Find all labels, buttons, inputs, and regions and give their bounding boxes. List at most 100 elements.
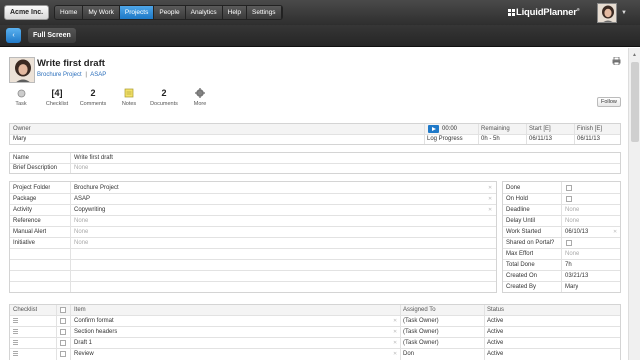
name-label: Name xyxy=(13,155,30,161)
checklist-assignee[interactable]: Don xyxy=(401,349,414,359)
item-header: Item xyxy=(74,307,86,313)
user-avatar[interactable] xyxy=(597,3,617,23)
checklist-item[interactable]: Review xyxy=(72,349,94,359)
breadcrumb-package-link[interactable]: ASAP xyxy=(90,72,106,78)
nav-tab-projects[interactable]: Projects xyxy=(119,6,155,19)
clear-x-icon[interactable]: ✕ xyxy=(393,351,397,357)
full-screen-button[interactable]: Full Screen xyxy=(28,28,76,43)
clear-x-icon[interactable]: ✕ xyxy=(488,196,492,202)
shared-on-portal-checkbox[interactable] xyxy=(566,240,572,246)
workspace-button[interactable]: Acme Inc. xyxy=(4,5,50,20)
comments-count: 2 xyxy=(90,88,96,98)
brief-description-label: Brief Description xyxy=(13,165,58,171)
breadcrumb: Brochure Project | ASAP xyxy=(37,72,106,78)
owner-value[interactable]: Mary xyxy=(11,134,26,144)
breadcrumb-separator: | xyxy=(85,72,87,78)
comments-stat[interactable]: 2 Comments xyxy=(77,88,109,107)
activity-field[interactable]: Copywriting xyxy=(72,205,105,215)
documents-count: 2 xyxy=(161,88,167,98)
brief-description-field[interactable]: None xyxy=(72,163,88,173)
print-icon[interactable] xyxy=(612,57,621,65)
reference-field[interactable]: None xyxy=(72,216,88,226)
back-button[interactable]: ‹ xyxy=(6,28,21,43)
nav-tab-people[interactable]: People xyxy=(154,6,186,19)
drag-handle-icon[interactable] xyxy=(13,351,18,356)
owner-avatar xyxy=(9,57,35,83)
max-effort-field[interactable]: None xyxy=(563,249,579,259)
liquidplanner-logo[interactable]: LiquidPlanner® xyxy=(516,7,580,18)
checklist-status[interactable]: Active xyxy=(485,349,503,359)
checklist-assignee[interactable]: (Task Owner) xyxy=(401,316,439,326)
checklist-count: [4] xyxy=(51,88,63,98)
notes-stat-label: Notes xyxy=(121,101,137,107)
nav-tab-settings[interactable]: Settings xyxy=(247,6,282,19)
checklist-assignee[interactable]: (Task Owner) xyxy=(401,338,439,348)
nav-tab-home[interactable]: Home xyxy=(55,6,84,19)
nav-tab-help[interactable]: Help xyxy=(222,6,247,19)
checklist-select-all-checkbox[interactable] xyxy=(60,307,66,313)
more-stat[interactable]: More xyxy=(184,88,216,107)
remaining-value[interactable]: 0h - 5h xyxy=(479,134,500,144)
total-done-value: 7h xyxy=(565,262,572,268)
delay-until-field[interactable]: None xyxy=(563,216,579,226)
clear-x-icon[interactable]: ✕ xyxy=(488,207,492,213)
project-folder-label: Project Folder xyxy=(13,185,51,191)
checklist-item[interactable]: Section headers xyxy=(72,327,117,337)
breadcrumb-project-link[interactable]: Brochure Project xyxy=(37,72,82,78)
drag-handle-icon[interactable] xyxy=(13,340,18,345)
done-label: Done xyxy=(506,185,521,191)
deadline-label: Deadline xyxy=(506,207,530,213)
user-menu-caret-icon[interactable]: ▼ xyxy=(621,10,627,16)
properties-right-table: Done On Hold Deadline None Delay Until N… xyxy=(502,181,621,293)
reference-label: Reference xyxy=(13,218,41,224)
task-title: Write first draft xyxy=(37,58,105,69)
checklist-assignee[interactable]: (Task Owner) xyxy=(401,327,439,337)
vertical-scrollbar[interactable]: ▲ xyxy=(628,48,640,360)
checklist-status[interactable]: Active xyxy=(485,338,503,348)
on-hold-checkbox[interactable] xyxy=(566,196,572,202)
checklist-item[interactable]: Draft 1 xyxy=(72,338,92,348)
documents-stat[interactable]: 2 Documents xyxy=(148,88,180,107)
clear-x-icon[interactable]: ✕ xyxy=(613,229,617,235)
scrollbar-thumb[interactable] xyxy=(631,62,639,142)
checklist-row-checkbox[interactable] xyxy=(60,329,66,335)
project-folder-field[interactable]: Brochure Project xyxy=(72,183,119,193)
on-hold-label: On Hold xyxy=(506,196,529,202)
task-stat-label: Task xyxy=(15,101,27,107)
created-by-value: Mary xyxy=(565,284,579,290)
checklist-item[interactable]: Confirm format xyxy=(72,316,114,326)
nav-tab-analytics[interactable]: Analytics xyxy=(185,6,223,19)
initiative-field[interactable]: None xyxy=(72,238,88,248)
package-field[interactable]: ASAP xyxy=(72,194,90,204)
work-started-field[interactable]: 06/10/13 xyxy=(563,227,588,237)
main-nav: Home My Work Projects People Analytics H… xyxy=(54,5,283,20)
gear-icon xyxy=(195,88,205,98)
deadline-field[interactable]: None xyxy=(563,205,579,215)
clear-x-icon[interactable]: ✕ xyxy=(393,318,397,324)
log-progress-link[interactable]: Log Progress xyxy=(425,134,463,144)
checklist-stat-label: Checklist xyxy=(45,101,69,107)
checklist-stat[interactable]: [4] Checklist xyxy=(41,88,73,107)
drag-handle-icon[interactable] xyxy=(13,329,18,334)
checklist-row-checkbox[interactable] xyxy=(60,340,66,346)
notes-stat[interactable]: Notes xyxy=(113,88,145,107)
follow-button[interactable]: Follow xyxy=(597,97,621,107)
checklist-row-checkbox[interactable] xyxy=(60,351,66,357)
initiative-label: Initiative xyxy=(13,240,36,246)
scroll-up-icon[interactable]: ▲ xyxy=(632,52,637,58)
properties-left-table: Project Folder Brochure Project ✕ Packag… xyxy=(9,181,497,293)
manual-alert-field[interactable]: None xyxy=(72,227,88,237)
nav-tab-my-work[interactable]: My Work xyxy=(83,6,120,19)
clear-x-icon[interactable]: ✕ xyxy=(393,329,397,335)
timer-play-icon[interactable] xyxy=(428,125,439,133)
done-checkbox[interactable] xyxy=(566,185,572,191)
checklist-status[interactable]: Active xyxy=(485,327,503,337)
checklist-row-checkbox[interactable] xyxy=(60,318,66,324)
name-field[interactable]: Write first draft xyxy=(72,153,113,163)
clear-x-icon[interactable]: ✕ xyxy=(393,340,397,346)
task-type-stat[interactable]: Task xyxy=(5,88,37,107)
clear-x-icon[interactable]: ✕ xyxy=(488,185,492,191)
checklist-status[interactable]: Active xyxy=(485,316,503,326)
start-header: Start [E] xyxy=(529,126,551,132)
drag-handle-icon[interactable] xyxy=(13,318,18,323)
